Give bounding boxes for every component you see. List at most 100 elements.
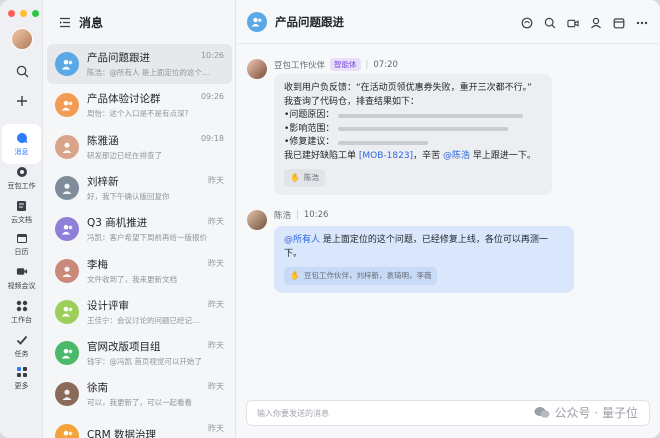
message-time: 07:20 (373, 59, 398, 70)
left-rail: 消息 豆包工作 云文档 日历 视频会议 工作台 任务 更多 (0, 0, 43, 438)
group-icon (61, 224, 72, 235)
search-icon (544, 17, 556, 29)
video-icon (567, 19, 579, 27)
message-icon (16, 132, 27, 143)
message-time: 10:26 (303, 210, 329, 220)
watermark: 公众号 · 量子位 (534, 404, 638, 421)
chat-list-item-preview: 冯凯：客户希望下周前再给一版报价 (87, 233, 207, 243)
group-icon (61, 348, 72, 359)
person-icon (62, 142, 72, 153)
more-options-button[interactable] (636, 17, 648, 29)
message-input[interactable] (257, 408, 477, 418)
agent-tag: 智能体 (330, 58, 361, 71)
chat-list: 消息 产品问题跟进 陈浩：@所有人 是上面定位的这个问题… 10:26 产品体验讨论群… (43, 0, 236, 438)
chat-list-item-preview: 钱宇：@冯凯 首页视觉可以开始了 (87, 357, 202, 367)
chat-list-item[interactable]: 李梅 文件收到了，我来更新文档 昨天 (47, 251, 232, 291)
group-avatar (55, 52, 79, 76)
message-bubble: @所有人 是上面定位的这个问题，已经修复上线，各位可以再测一下。 ✋ 豆包工作伙伴… (274, 226, 574, 293)
calendar-button[interactable] (613, 17, 625, 29)
message-sender: 陈浩 | 10:26 (274, 210, 329, 221)
search-button[interactable] (11, 60, 33, 82)
chat-list-item[interactable]: 刘梓新 好，我下午确认版回复你 昨天 (47, 168, 232, 208)
ticket-link[interactable]: [MOB-1823] (359, 151, 413, 161)
contact-avatar (55, 175, 79, 200)
chat-list-item-time: 昨天 (208, 175, 224, 185)
plus-icon (17, 96, 27, 106)
chat-list-item-time: 09:18 (200, 133, 224, 143)
chat-list-item-preview: 可以，我更新了，可以一起看看 (87, 398, 192, 408)
app-window: 消息 豆包工作 云文档 日历 视频会议 工作台 任务 更多 消息 产品问题跟进 … (0, 0, 660, 438)
chat-list-item[interactable]: CRM 数据治理 昨天 (47, 416, 232, 438)
chat-list-item-preview: 好，我下午确认版回复你 (87, 191, 170, 201)
chat-list-item-time: 昨天 (208, 382, 224, 392)
wechat-icon (534, 407, 550, 418)
bullet-item: • 问题原因： (284, 109, 542, 123)
mention-link[interactable]: @陈浩 (443, 151, 470, 161)
ai-assistant-button[interactable] (521, 17, 533, 29)
chat-list-item[interactable]: 官网改版项目组 钱宇：@冯凯 首页视觉可以开始了 昨天 (47, 333, 232, 373)
user-avatar[interactable] (11, 28, 33, 50)
window-controls (8, 10, 39, 17)
message-line: @所有人 是上面定位的这个问题，已经修复上线，各位可以再测一下。 (284, 235, 548, 259)
create-button[interactable] (11, 90, 33, 112)
read-receipt[interactable]: ✋ 陈浩 (284, 169, 325, 187)
group-avatar (55, 341, 79, 366)
chat-list-item[interactable]: Q3 商机推进 冯凯：客户希望下周前再给一版报价 昨天 (47, 209, 232, 249)
group-avatar (55, 93, 79, 118)
person-icon (591, 17, 601, 29)
group-icon (61, 59, 72, 69)
group-avatar[interactable] (247, 11, 267, 32)
message-line: 我查询了代码仓，排查结果如下： (284, 96, 420, 107)
chat-list-item-time: 昨天 (208, 258, 224, 268)
search-icon (16, 65, 28, 77)
add-member-button[interactable] (590, 17, 602, 29)
chat-panel: 产品问题跟进 豆包工作伙伴 智能体 | 07:20 收到用户负反馈：“在活动页领… (236, 0, 660, 438)
person-icon (62, 389, 72, 401)
chat-header-actions (521, 17, 648, 29)
read-receipt[interactable]: ✋ 豆包工作伙伴，刘梓新，袁琦明，李薇 (284, 267, 438, 285)
chat-list-header: 消息 (43, 0, 235, 44)
hand-icon: ✋ (290, 173, 300, 182)
sidebar-item-more[interactable]: 更多 (2, 358, 41, 398)
contact-avatar (55, 382, 79, 407)
video-call-button[interactable] (567, 17, 579, 29)
person-icon (62, 266, 72, 277)
minimize-window-button[interactable] (20, 10, 27, 17)
maximize-window-button[interactable] (32, 10, 39, 17)
chat-list-item-time: 昨天 (208, 423, 224, 433)
collapse-list-icon[interactable] (59, 17, 71, 28)
chat-title: 产品问题跟进 (275, 14, 344, 29)
contact-avatar (55, 134, 79, 159)
mention-all[interactable]: @所有人 (284, 235, 320, 245)
bot-avatar[interactable] (247, 59, 267, 79)
video-icon (16, 268, 27, 275)
bullet-item: • 影响范围： (284, 123, 542, 137)
group-icon (63, 431, 72, 438)
sender-name: 陈浩 (274, 211, 292, 221)
chat-list-title: 消息 (79, 15, 104, 30)
chat-header: 产品问题跟进 (236, 0, 660, 44)
close-window-button[interactable] (8, 10, 15, 17)
chat-list-item[interactable]: 设计评审 王佳宁：会议讨论的问题已经记… 昨天 (47, 292, 232, 332)
chat-list-item-preview: 陈浩：@所有人 是上面定位的这个问题… (87, 68, 215, 77)
task-icon (16, 335, 27, 345)
chat-list-item[interactable]: 产品体验讨论群 周怡：这个入口是不是有点深? 09:26 (47, 85, 232, 125)
chat-search-button[interactable] (544, 17, 556, 29)
group-icon (61, 307, 72, 317)
hand-icon: ✋ (290, 271, 300, 280)
chat-list-item-time: 10:26 (200, 51, 224, 60)
sender-avatar[interactable] (247, 210, 267, 230)
calendar-icon (16, 233, 27, 243)
message-bubble: 收到用户负反馈：“在活动页领优惠券失败，重开三次都不行。” 我查询了代码仓，排查… (274, 74, 552, 195)
apps-icon (16, 300, 27, 311)
chat-list-item[interactable]: 徐南 可以，我更新了，可以一起看看 昨天 (47, 374, 232, 414)
chat-list-item[interactable]: 陈雅涵 研发那边已经在排查了 09:18 (47, 127, 232, 167)
group-icon (61, 100, 72, 111)
more-icon (16, 366, 27, 377)
bullet-item: • 修复建议： (284, 136, 542, 150)
group-icon (251, 17, 262, 26)
message-line: 我已建好缺陷工单 [MOB-1823]，辛苦 @陈浩 早上跟进一下。 (284, 150, 536, 161)
chat-list-item-preview: 周怡：这个入口是不是有点深? (87, 109, 189, 119)
person-icon (62, 183, 72, 194)
chat-list-item[interactable]: 产品问题跟进 陈浩：@所有人 是上面定位的这个问题… 10:26 (47, 44, 232, 84)
